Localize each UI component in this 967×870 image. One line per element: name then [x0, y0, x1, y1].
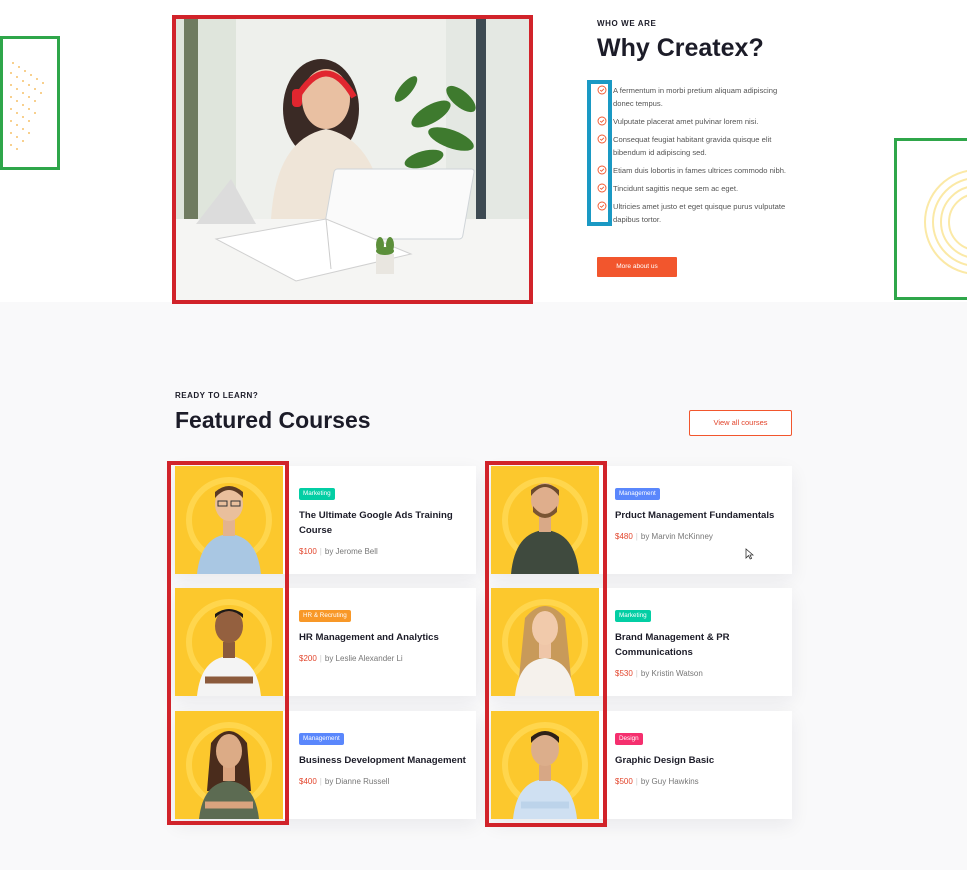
checklist-text: Etiam duis lobortis in fames ultrices co…	[613, 166, 787, 175]
about-title: Why Createx?	[597, 34, 764, 62]
meta-separator: |	[635, 777, 638, 786]
course-info: Marketing The Ultimate Google Ads Traini…	[299, 482, 469, 556]
about-eyebrow: WHO WE ARE	[597, 19, 657, 28]
course-meta: $480 | by Marvin McKinney	[615, 532, 785, 541]
course-meta: $100 | by Jerome Bell	[299, 547, 469, 556]
course-title[interactable]: HR Management and Analytics	[299, 630, 469, 645]
course-author: by Kristin Watson	[640, 669, 703, 678]
course-price: $530	[615, 669, 633, 678]
category-badge[interactable]: Marketing	[615, 610, 651, 622]
ring-pattern-decoration	[894, 138, 967, 300]
checkmarks-highlight	[587, 80, 612, 226]
course-title[interactable]: Graphic Design Basic	[615, 753, 785, 768]
course-info: Design Graphic Design Basic $500 | by Guy …	[615, 727, 785, 786]
checklist-text: A fermentum in morbi pretium aliquam adi…	[613, 86, 778, 108]
course-info: Management Prduct Management Fundamental…	[615, 482, 785, 541]
photo-column-highlight-right	[485, 461, 607, 827]
course-meta: $200 | by Leslie Alexander Li	[299, 654, 469, 663]
meta-separator: |	[635, 532, 638, 541]
category-badge[interactable]: Management	[299, 733, 344, 745]
checklist-item: A fermentum in morbi pretium aliquam adi…	[597, 84, 797, 110]
course-info: HR & Recruting HR Management and Analyti…	[299, 604, 469, 663]
course-meta: $400 | by Dianne Russell	[299, 777, 469, 786]
student-photo	[176, 19, 529, 300]
hero-image	[172, 15, 533, 304]
checklist-item: Ultricies amet justo et eget quisque pur…	[597, 200, 797, 226]
course-info: Marketing Brand Management & PR Communic…	[615, 604, 785, 678]
checklist-item: Vulputate placerat amet pulvinar lorem n…	[597, 115, 797, 128]
photo-column-highlight-left	[167, 461, 289, 825]
courses-eyebrow: READY TO LEARN?	[175, 391, 259, 400]
checklist-text: Ultricies amet justo et eget quisque pur…	[613, 202, 786, 224]
category-badge[interactable]: HR & Recruting	[299, 610, 351, 622]
mouse-cursor-icon	[745, 548, 754, 560]
more-about-us-button[interactable]: More about us	[597, 257, 677, 277]
course-author: by Marvin McKinney	[640, 532, 713, 541]
view-all-courses-button[interactable]: View all courses	[689, 410, 792, 436]
category-badge[interactable]: Marketing	[299, 488, 335, 500]
course-author: by Dianne Russell	[324, 777, 390, 786]
course-meta: $530 | by Kristin Watson	[615, 669, 785, 678]
feature-checklist: A fermentum in morbi pretium aliquam adi…	[597, 84, 797, 231]
category-badge[interactable]: Management	[615, 488, 660, 500]
course-price: $500	[615, 777, 633, 786]
meta-separator: |	[319, 547, 322, 556]
course-author: by Leslie Alexander Li	[324, 654, 403, 663]
course-title[interactable]: The Ultimate Google Ads Training Course	[299, 508, 469, 538]
course-title[interactable]: Business Development Management	[299, 753, 469, 768]
checklist-item: Tincidunt sagittis neque sem ac eget.	[597, 182, 797, 195]
dot-pattern-decoration	[0, 36, 60, 170]
meta-separator: |	[635, 669, 638, 678]
checklist-text: Consequat feugiat habitant gravida quisq…	[613, 135, 772, 157]
course-info: Management Business Development Manageme…	[299, 727, 469, 786]
course-price: $200	[299, 654, 317, 663]
course-price: $100	[299, 547, 317, 556]
meta-separator: |	[319, 777, 322, 786]
course-price: $480	[615, 532, 633, 541]
course-title[interactable]: Brand Management & PR Communications	[615, 630, 785, 660]
courses-title: Featured Courses	[175, 407, 371, 433]
course-author: by Guy Hawkins	[640, 777, 699, 786]
checklist-text: Tincidunt sagittis neque sem ac eget.	[613, 184, 739, 193]
checklist-item: Etiam duis lobortis in fames ultrices co…	[597, 164, 797, 177]
checklist-item: Consequat feugiat habitant gravida quisq…	[597, 133, 797, 159]
checklist-text: Vulputate placerat amet pulvinar lorem n…	[613, 117, 759, 126]
course-price: $400	[299, 777, 317, 786]
course-meta: $500 | by Guy Hawkins	[615, 777, 785, 786]
course-author: by Jerome Bell	[324, 547, 378, 556]
course-title[interactable]: Prduct Management Fundamentals	[615, 508, 785, 523]
meta-separator: |	[319, 654, 322, 663]
courses-section	[0, 302, 967, 870]
category-badge[interactable]: Design	[615, 733, 643, 745]
